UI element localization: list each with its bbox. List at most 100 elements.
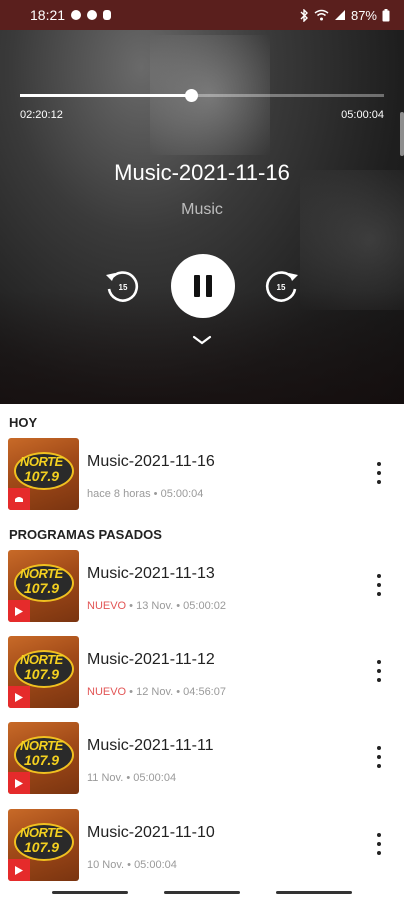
episode-meta: hace 8 horas • 05:00:04 [87,488,203,500]
episode-date: 13 Nov. [136,600,174,612]
kebab-dot [377,678,381,682]
kebab-dot [377,480,381,484]
pause-button[interactable] [171,254,235,318]
episode-thumbnail[interactable]: NORTE 107.9 [8,636,79,708]
wifi-icon [314,9,329,21]
episode-date: 11 Nov. [87,772,124,784]
play-badge[interactable] [8,488,30,510]
episode-meta: NUEVO • 13 Nov. • 05:00:02 [87,600,226,612]
bluetooth-icon [300,8,308,22]
episode-date: 12 Nov. [136,686,174,698]
forward-seconds: 15 [277,283,286,292]
station-logo-name: NORTE [20,652,63,667]
kebab-dot [377,574,381,578]
kebab-dot [377,592,381,596]
rewind-15-button[interactable]: 15 [102,266,142,306]
kebab-dot [377,583,381,587]
play-icon [15,865,23,875]
episode-title: Music-2021-11-11 [87,737,214,754]
elapsed-time: 02:20:12 [20,109,63,121]
more-options-button[interactable] [370,744,388,770]
live-icon [15,497,23,502]
status-bar: 18:21 87% [0,0,404,30]
pause-icon [194,275,212,297]
episode-duration: 05:00:04 [160,488,204,500]
station-logo-frequency: 107.9 [24,580,60,596]
more-options-button[interactable] [370,572,388,598]
episode-date: 10 Nov. [87,859,125,871]
nav-back-gesture[interactable] [52,891,128,894]
total-time: 05:00:04 [341,109,384,121]
play-badge[interactable] [8,686,30,708]
more-options-button[interactable] [370,658,388,684]
episode-thumbnail[interactable]: NORTE 107.9 [8,722,79,794]
new-badge: NUEVO [87,600,127,612]
collapse-player-button[interactable] [190,330,214,350]
kebab-dot [377,746,381,750]
nav-recents-gesture[interactable] [276,891,352,894]
meta-separator: • [150,488,161,500]
more-options-button[interactable] [370,831,388,857]
station-logo-name: NORTE [20,566,63,581]
meta-separator: • [173,686,184,698]
now-playing-panel: 02:20:12 05:00:04 Music-2021-11-16 Music… [0,30,404,404]
station-logo-name: NORTE [20,825,63,840]
episode-thumbnail[interactable]: NORTE 107.9 [8,809,79,881]
episode-duration: 05:00:04 [134,859,177,871]
episode-thumbnail[interactable]: NORTE 107.9 [8,438,79,510]
play-icon [15,606,23,616]
station-logo-frequency: 107.9 [24,839,60,855]
kebab-dot [377,764,381,768]
new-badge: NUEVO [87,686,127,698]
rewind-icon: 15 [106,271,139,302]
forward-icon: 15 [265,271,298,302]
episode-thumbnail[interactable]: NORTE 107.9 [8,550,79,622]
section-header-past: PROGRAMAS PASADOS [9,527,162,542]
nav-home-gesture[interactable] [164,891,240,894]
episode-item[interactable]: NORTE 107.9 Music-2021-11-10 10 Nov. • 05:0… [0,809,404,881]
more-options-button[interactable] [370,460,388,486]
seek-bar[interactable] [20,89,384,102]
kebab-dot [377,842,381,846]
episode-list: HOY NORTE 107.9 Music-2021-11-16 hace 8 hor… [0,404,404,900]
station-logo-name: NORTE [20,454,63,469]
forward-15-button[interactable]: 15 [262,266,302,306]
play-badge[interactable] [8,859,30,881]
battery-icon [382,8,390,21]
edge-panel-handle[interactable] [400,112,404,156]
play-badge[interactable] [8,772,30,794]
kebab-dot [377,851,381,855]
episode-item[interactable]: NORTE 107.9 Music-2021-11-16 hace 8 horas •… [0,438,404,510]
episode-title: Music-2021-11-12 [87,651,215,668]
signal-icon [334,10,345,20]
episode-duration: 05:00:04 [133,772,177,784]
kebab-dot [377,660,381,664]
episode-title: Music-2021-11-10 [87,824,215,841]
meta-separator: • [126,600,137,612]
seek-bar-progress [20,94,192,97]
kebab-dot [377,833,381,837]
station-logo-frequency: 107.9 [24,468,60,484]
play-icon [15,778,23,788]
episode-duration: 05:00:02 [183,600,226,612]
play-badge[interactable] [8,600,30,622]
notification-icon [87,10,98,20]
rewind-seconds: 15 [119,283,128,292]
status-time: 18:21 [30,7,66,23]
kebab-dot [377,755,381,759]
episode-duration: 04:56:07 [183,686,226,698]
station-logo-frequency: 107.9 [24,752,60,768]
episode-meta: NUEVO • 12 Nov. • 04:56:07 [87,686,226,698]
battery-level: 87% [350,7,377,23]
track-title: Music-2021-11-16 [114,160,290,185]
section-header-today: HOY [9,415,38,430]
episode-item[interactable]: NORTE 107.9 Music-2021-11-13 NUEVO • 13 Nov… [0,550,404,622]
seek-bar-thumb[interactable] [185,89,199,102]
episode-item[interactable]: NORTE 107.9 Music-2021-11-11 11 Nov. • 05:0… [0,722,404,794]
play-icon [15,692,23,702]
episode-meta: 10 Nov. • 05:00:04 [87,859,177,871]
notification-icon [71,10,82,20]
navigation-bar [0,886,404,900]
episode-item[interactable]: NORTE 107.9 Music-2021-11-12 NUEVO • 12 Nov… [0,636,404,708]
station-logo-name: NORTE [20,738,63,753]
